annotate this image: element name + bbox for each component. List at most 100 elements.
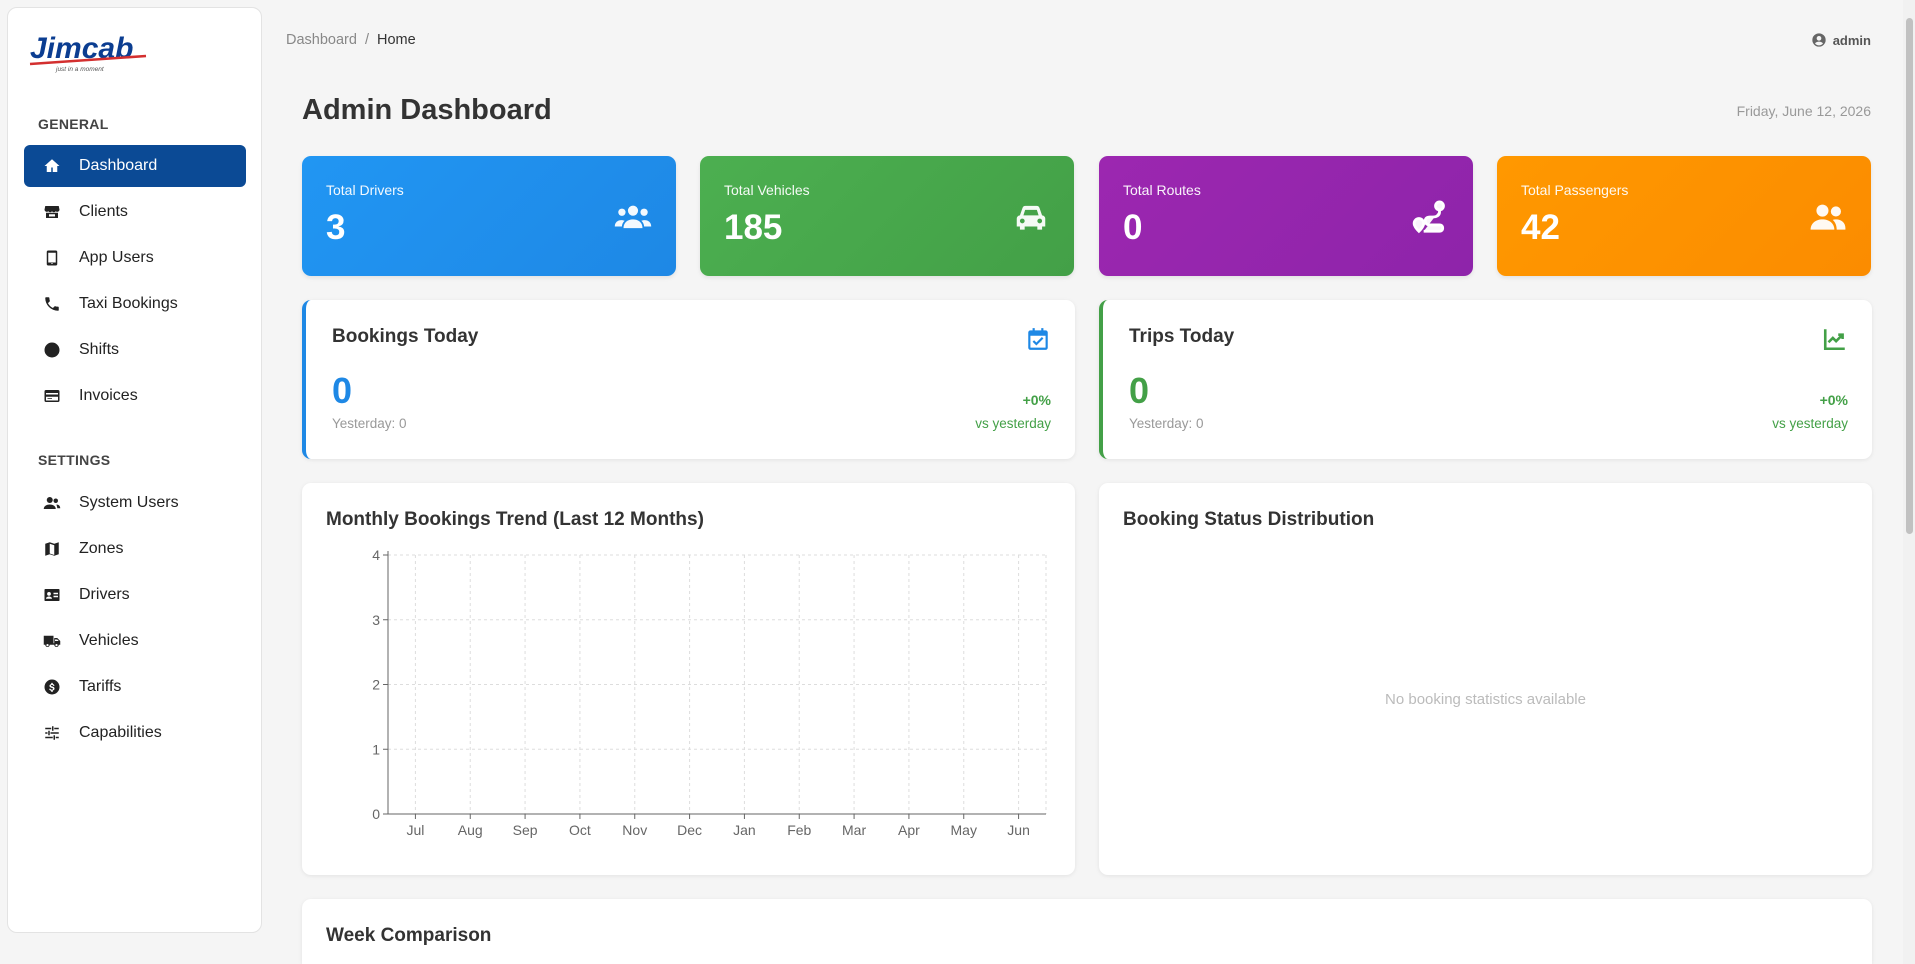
sidebar-item-label: Invoices	[79, 387, 138, 404]
sidebar-item-system-users[interactable]: System Users	[24, 482, 246, 524]
user-menu[interactable]: admin	[1811, 32, 1871, 48]
card-title: Bookings Today	[332, 326, 479, 347]
users-group-icon	[614, 198, 652, 236]
y-tick-label: 2	[372, 677, 380, 693]
car-icon	[1012, 198, 1050, 236]
trips-today-value: 0	[1129, 370, 1150, 411]
sidebar-item-label: Capabilities	[79, 724, 162, 741]
stat-card-total-routes[interactable]: Total Routes 0	[1099, 156, 1473, 276]
truck-icon	[42, 631, 62, 651]
stat-value: 42	[1521, 208, 1560, 247]
scrollbar-thumb[interactable]	[1906, 18, 1913, 534]
breadcrumb-separator: /	[364, 32, 369, 48]
current-date: Friday, June 12, 2026	[1736, 103, 1871, 119]
sidebar-item-label: App Users	[79, 249, 154, 266]
section-title-settings: SETTINGS	[38, 452, 111, 468]
sidebar-item-label: Shifts	[79, 341, 120, 358]
sliders-icon	[42, 723, 62, 743]
x-tick-label: Jun	[1007, 822, 1030, 838]
panel-title: Booking Status Distribution	[1123, 509, 1375, 530]
phone-icon	[42, 294, 62, 314]
stat-value: 3	[326, 208, 346, 247]
route-icon	[1411, 198, 1449, 236]
stat-card-total-passengers[interactable]: Total Passengers 42	[1497, 156, 1871, 276]
sidebar-item-dashboard[interactable]: Dashboard	[24, 145, 246, 187]
jimcab-logo[interactable]: Jimcab just in a moment	[26, 26, 156, 74]
vs-yesterday-text: vs yesterday	[975, 416, 1051, 431]
id-card-icon	[42, 585, 62, 605]
sidebar-item-label: Vehicles	[79, 632, 139, 649]
sidebar-item-drivers[interactable]: Drivers	[24, 574, 246, 616]
breadcrumb: Dashboard / Home	[286, 32, 416, 48]
sidebar-item-label: Tariffs	[79, 678, 122, 695]
y-tick-label: 1	[372, 741, 380, 757]
card-title: Trips Today	[1129, 326, 1235, 347]
user-friends-icon	[1809, 198, 1847, 236]
sidebar-item-zones[interactable]: Zones	[24, 528, 246, 570]
sidebar-item-label: Clients	[79, 203, 128, 220]
user-name: admin	[1832, 32, 1871, 48]
page-scrollbar[interactable]	[1903, 0, 1915, 964]
y-tick-label: 0	[372, 806, 380, 822]
sidebar-item-shifts[interactable]: Shifts	[24, 329, 246, 371]
sidebar-item-tariffs[interactable]: Tariffs	[24, 666, 246, 708]
panel-title: Week Comparison	[326, 925, 492, 946]
calendar-check-icon	[1025, 326, 1051, 352]
map-icon	[42, 539, 62, 559]
store-icon	[42, 202, 62, 222]
stat-value: 185	[724, 208, 783, 247]
x-tick-label: Oct	[569, 822, 591, 838]
card-icon	[42, 386, 62, 406]
y-tick-label: 3	[372, 612, 380, 628]
stat-label: Total Vehicles	[724, 182, 810, 198]
breadcrumb-current: Home	[376, 32, 416, 48]
monthly-bookings-chart: 0 1 2 3 4 Jul Aug Sep Oct Nov Dec Jan Feb Mar Apr May Ju…	[372, 547, 1047, 838]
x-tick-label: Dec	[677, 822, 702, 838]
sidebar-item-app-users[interactable]: App Users	[24, 237, 246, 279]
stat-card-total-vehicles[interactable]: Total Vehicles 185	[700, 156, 1074, 276]
x-tick-label: May	[951, 822, 977, 838]
sidebar: Jimcab just in a moment GENERAL Dashboar…	[7, 7, 262, 933]
sidebar-item-vehicles[interactable]: Vehicles	[24, 620, 246, 662]
vs-yesterday-text: vs yesterday	[1772, 416, 1848, 431]
sidebar-item-taxi-bookings[interactable]: Taxi Bookings	[24, 283, 246, 325]
sidebar-item-label: Drivers	[79, 586, 130, 603]
stat-value: 0	[1123, 208, 1143, 247]
x-tick-label: Mar	[842, 822, 866, 838]
y-tick-label: 4	[372, 547, 380, 563]
x-tick-label: Apr	[898, 822, 920, 838]
user-circle-icon	[1812, 33, 1826, 47]
home-icon	[42, 156, 62, 176]
breadcrumb-link-dashboard[interactable]: Dashboard	[286, 32, 357, 48]
mobile-icon	[42, 248, 62, 268]
users-icon	[42, 493, 62, 513]
sidebar-item-label: System Users	[79, 494, 179, 511]
dollar-icon	[42, 677, 62, 697]
bookings-today-value: 0	[332, 370, 353, 411]
sidebar-item-label: Dashboard	[79, 157, 158, 174]
yesterday-text: Yesterday: 0	[332, 416, 407, 431]
x-tick-label: Nov	[622, 822, 647, 838]
sidebar-item-capabilities[interactable]: Capabilities	[24, 712, 246, 754]
bookings-today-card: Bookings Today 0 Yesterday: 0 +0% vs yes…	[302, 300, 1075, 459]
sidebar-item-invoices[interactable]: Invoices	[24, 375, 246, 417]
chart-line-icon	[1822, 326, 1848, 352]
x-tick-label: Aug	[458, 822, 483, 838]
yesterday-text: Yesterday: 0	[1129, 416, 1204, 431]
logo-tagline: just in a moment	[55, 66, 105, 73]
change-percent: +0%	[1819, 392, 1848, 408]
stat-card-total-drivers[interactable]: Total Drivers 3	[302, 156, 676, 276]
x-tick-label: Jul	[406, 822, 424, 838]
clock-icon	[42, 340, 62, 360]
stat-label: Total Routes	[1123, 182, 1201, 198]
booking-status-panel: Booking Status Distribution No booking s…	[1099, 483, 1872, 875]
stat-label: Total Drivers	[326, 182, 404, 198]
x-tick-label: Feb	[787, 822, 811, 838]
empty-state-message: No booking statistics available	[1385, 691, 1586, 708]
sidebar-item-label: Zones	[79, 540, 124, 557]
trips-today-card: Trips Today 0 Yesterday: 0 +0% vs yester…	[1099, 300, 1872, 459]
stat-label: Total Passengers	[1521, 182, 1629, 198]
sidebar-item-clients[interactable]: Clients	[24, 191, 246, 233]
monthly-trend-panel: Monthly Bookings Trend (Last 12 Months) …	[302, 483, 1075, 875]
sidebar-item-label: Taxi Bookings	[79, 295, 178, 312]
